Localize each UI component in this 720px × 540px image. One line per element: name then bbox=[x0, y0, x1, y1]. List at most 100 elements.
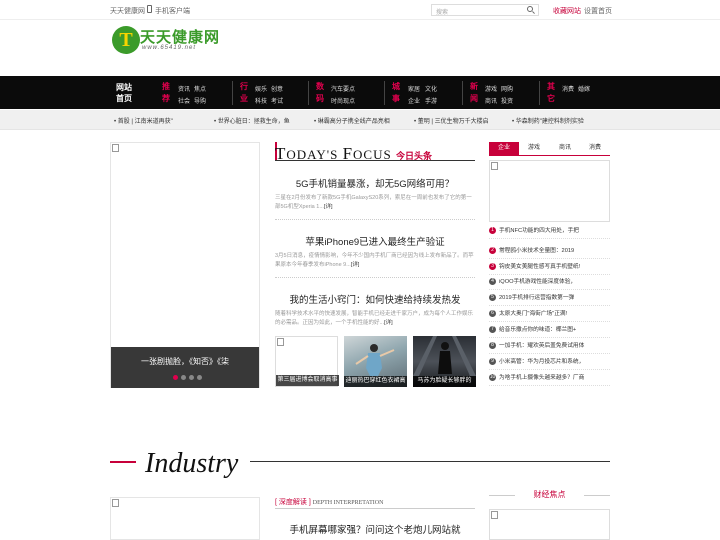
list-item[interactable]: 2 常程鸥小米技术全量图：2019 bbox=[489, 247, 610, 259]
nav-item[interactable]: 消费 bbox=[562, 84, 574, 93]
list-item[interactable]: 9 小米高管：华为月投芯片和系统， bbox=[489, 358, 610, 370]
article-title[interactable]: 苹果iPhone9已进入最终生产验证 bbox=[275, 234, 475, 248]
main-nav: 网站首页 推荐 资讯 焦点 社会 导购 行业 娱乐 创意 科技 考试 数码 汽车… bbox=[0, 76, 720, 109]
thumb-label: 迪丽热巴穿红色衣裙高 bbox=[344, 376, 407, 387]
nav-item[interactable]: 焦点 bbox=[194, 84, 206, 93]
nav-item[interactable]: 网购 bbox=[501, 84, 513, 93]
slider-dot[interactable] bbox=[181, 375, 186, 380]
favorite-link[interactable]: 收藏网站 bbox=[553, 6, 581, 16]
nav-item[interactable]: 社会 bbox=[178, 96, 190, 105]
slider-dot[interactable] bbox=[197, 375, 202, 380]
logo-name: 天天健康网 bbox=[140, 29, 221, 46]
list-item[interactable]: 5 2019手机排行运营指数第一弹 bbox=[489, 294, 610, 306]
industry-headline[interactable]: 手机屏幕哪家强？问问这个老炮儿网站就 bbox=[275, 522, 475, 536]
article-title[interactable]: 我的生活小窍门：如何快速给持续发热发 bbox=[275, 292, 475, 306]
more-link[interactable]: [详] bbox=[351, 262, 360, 268]
nav-home[interactable]: 网站首页 bbox=[116, 82, 136, 104]
mobile-client-link[interactable]: 手机客户端 bbox=[155, 6, 190, 16]
hero-caption[interactable]: 一张剧抛脸，《知否》《柒 bbox=[111, 356, 259, 367]
tab-business[interactable]: 商讯 bbox=[550, 142, 580, 155]
photo-thumb[interactable]: 迪丽热巴穿红色衣裙高 bbox=[344, 336, 407, 387]
nav-item[interactable]: 资讯 bbox=[178, 84, 190, 93]
hero-slider[interactable]: 一张剧抛脸，《知否》《柒 bbox=[110, 142, 260, 388]
nav-category[interactable]: 推荐 bbox=[162, 81, 172, 105]
rank-number: 4 bbox=[489, 278, 496, 285]
nav-item[interactable]: 投资 bbox=[501, 96, 513, 105]
broken-image-icon bbox=[112, 499, 119, 507]
article-summary: 3月5日消息，疫情情影响，今年不少国内手机厂商已经因为线上发布新品了。而苹果原本… bbox=[275, 252, 475, 270]
industry-title: Industry bbox=[145, 448, 239, 479]
more-link[interactable]: [详] bbox=[324, 204, 333, 210]
ticker-item[interactable]: • 琳霸高分子携全线产品亮相 bbox=[314, 116, 390, 125]
list-item[interactable]: 7 给音乐撒点你的味道：椰兰图+ bbox=[489, 326, 610, 338]
search-icon[interactable] bbox=[527, 6, 533, 12]
rank-number: 10 bbox=[489, 374, 496, 381]
nav-category[interactable]: 其它 bbox=[547, 81, 557, 105]
nav-item[interactable]: 企业 bbox=[408, 96, 420, 105]
tab-game[interactable]: 游戏 bbox=[519, 142, 549, 155]
list-item-text: 常程鸥小米技术全量图：2019 bbox=[499, 248, 575, 254]
slider-dot-active[interactable] bbox=[173, 375, 178, 380]
news-ticker: • 首股 | 江南米道再获" • 世界心脏日：拯救生命，鱼 • 琳霸高分子携全线… bbox=[0, 110, 720, 130]
nav-item[interactable]: 科技 bbox=[255, 96, 267, 105]
list-item-text: 一加手机：耀欢英后盖免费试用体 bbox=[499, 343, 585, 349]
ticker-item[interactable]: • 世界心脏日：拯救生命，鱼 bbox=[214, 116, 290, 125]
right-feature-image[interactable] bbox=[489, 160, 610, 222]
article-summary: 随着科学技术水平的快速发展，智能手机已经走进千家万户，成为每个人工作娱乐的必需品… bbox=[275, 310, 475, 328]
nav-item[interactable]: 商讯 bbox=[485, 96, 497, 105]
divider bbox=[275, 160, 475, 161]
site-name-link[interactable]: 天天健康网 bbox=[110, 6, 145, 16]
set-homepage-link[interactable]: 设置首页 bbox=[584, 6, 612, 16]
list-item[interactable]: 1 手机NFC功能的四大用处，手把 bbox=[489, 227, 610, 239]
ticker-item[interactable]: • 董明 | 三优生物万千大楼启 bbox=[414, 116, 489, 125]
nav-item[interactable]: 家居 bbox=[408, 84, 420, 93]
ticker-item[interactable]: • 华森制药"建控料制剂实验 bbox=[512, 116, 584, 125]
logo-mark: T bbox=[112, 26, 140, 54]
focus-title: TODAY'S FOCUS 今日头条 bbox=[275, 144, 432, 164]
finance-image[interactable] bbox=[489, 509, 610, 540]
nav-item[interactable]: 婚嫁 bbox=[578, 84, 590, 93]
summary-text: 随着科学技术水平的快速发展，智能手机已经走进千家万户，成为每个人工作娱乐的必需品… bbox=[275, 311, 474, 326]
article-title[interactable]: 5G手机销量暴涨，却无5G网络可用？ bbox=[275, 176, 475, 190]
list-item[interactable]: 6 太原大奥门"海街广场"正满! bbox=[489, 310, 610, 322]
list-item[interactable]: 8 一加手机：耀欢英后盖免费试用体 bbox=[489, 342, 610, 354]
list-item-text: 2019手机排行运营指数第一弹 bbox=[499, 295, 575, 301]
article-summary: 三星在2月份发布了新款5G手机GalaxyS20系列，索尼在一周前也发布了它的第… bbox=[275, 194, 475, 212]
nav-item[interactable]: 手游 bbox=[425, 96, 437, 105]
nav-category[interactable]: 城事 bbox=[392, 81, 402, 105]
list-item-text: 为啥手机上摄像头越来越多？厂商 bbox=[499, 375, 585, 381]
list-item[interactable]: 4 iQOO手机游戏性能深度体验， bbox=[489, 278, 610, 290]
nav-item[interactable]: 娱乐 bbox=[255, 84, 267, 93]
nav-category[interactable]: 新闻 bbox=[470, 81, 480, 105]
nav-item[interactable]: 创意 bbox=[271, 84, 283, 93]
nav-category[interactable]: 数码 bbox=[316, 81, 326, 105]
tab-consumer[interactable]: 消费 bbox=[580, 142, 610, 155]
nav-divider bbox=[462, 81, 463, 105]
rank-number: 3 bbox=[489, 263, 496, 270]
list-item[interactable]: 3 钩皮美女美腿性感写真手机壁纸! bbox=[489, 263, 610, 275]
more-link[interactable]: [详] bbox=[384, 320, 393, 326]
photo-thumb[interactable]: 第三届进博会取消高事 bbox=[275, 336, 339, 387]
divider bbox=[275, 219, 475, 220]
nav-item[interactable]: 导购 bbox=[194, 96, 206, 105]
industry-image[interactable] bbox=[110, 497, 260, 540]
nav-category[interactable]: 行业 bbox=[240, 81, 250, 105]
nav-item[interactable]: 文化 bbox=[425, 84, 437, 93]
list-item-text: 钩皮美女美腿性感写真手机壁纸! bbox=[499, 264, 581, 270]
site-logo[interactable]: T 天天健康网 www.65419.net bbox=[112, 26, 222, 56]
broken-image-icon bbox=[491, 511, 498, 519]
list-item-text: 太原大奥门"海街广场"正满! bbox=[499, 311, 568, 317]
thumb-label: 马苏为脸疑长够胖的 bbox=[413, 376, 476, 387]
nav-item[interactable]: 考试 bbox=[271, 96, 283, 105]
nav-item[interactable]: 汽车要点 bbox=[331, 84, 355, 93]
search-input[interactable]: 搜索 bbox=[431, 4, 539, 16]
photo-thumb[interactable]: 马苏为脸疑长够胖的 bbox=[413, 336, 476, 387]
nav-item[interactable]: 时尚现点 bbox=[331, 96, 355, 105]
list-item[interactable]: 10 为啥手机上摄像头越来越多？厂商 bbox=[489, 374, 610, 386]
list-item-text: iQOO手机游戏性能深度体验， bbox=[499, 279, 577, 285]
slider-dot[interactable] bbox=[189, 375, 194, 380]
tab-enterprise[interactable]: 企业 bbox=[489, 142, 519, 155]
rank-number: 7 bbox=[489, 326, 496, 333]
ticker-item[interactable]: • 首股 | 江南米道再获" bbox=[114, 116, 173, 125]
nav-item[interactable]: 游戏 bbox=[485, 84, 497, 93]
